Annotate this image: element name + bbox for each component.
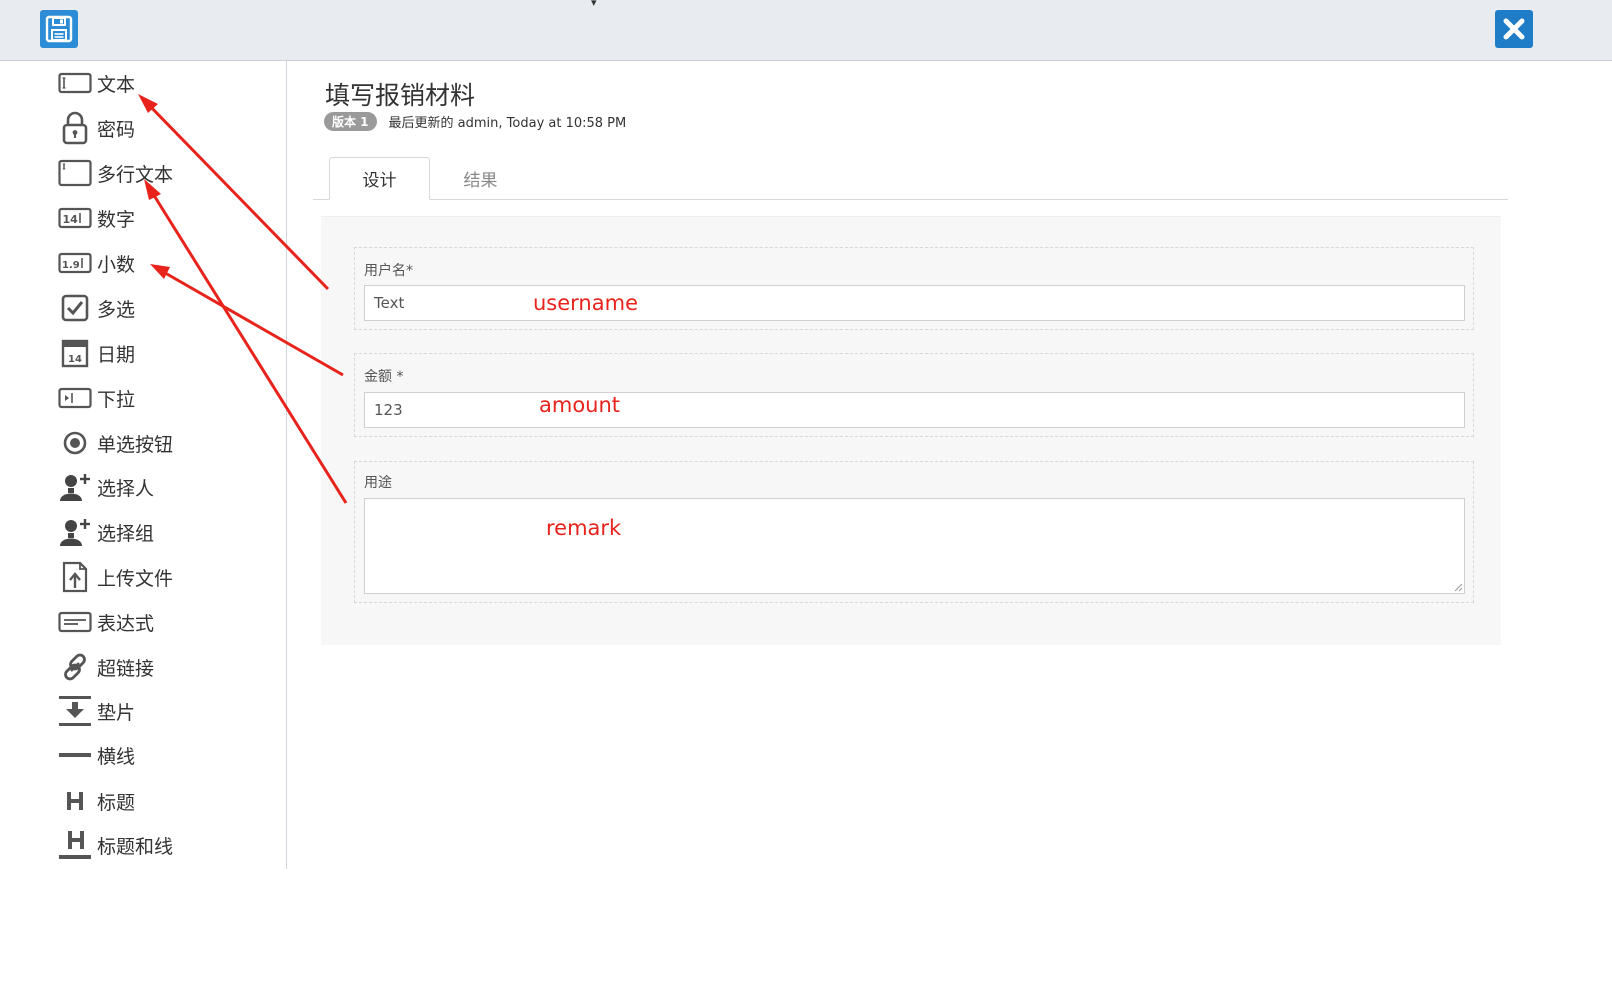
horizontal-line-icon xyxy=(57,735,93,775)
form-meta: 版本 1 最后更新的 admin, Today at 10:58 PM xyxy=(324,111,626,131)
version-badge: 版本 1 xyxy=(324,111,377,131)
annotation-remark: remark xyxy=(546,516,622,540)
sidebar-item-label: 单选按钮 xyxy=(97,433,174,456)
amount-input[interactable]: 123 xyxy=(364,392,1465,428)
last-updated-text: 最后更新的 admin, Today at 10:58 PM xyxy=(388,115,627,131)
sidebar-item-heading-line[interactable]: 标题和线 xyxy=(57,825,257,865)
sidebar-item-upload[interactable]: 上传文件 xyxy=(57,557,257,597)
form-field-purpose[interactable]: 用途 xyxy=(354,461,1474,603)
sidebar-item-select-user[interactable]: 选择人 xyxy=(57,467,257,507)
save-icon xyxy=(45,15,73,43)
sidebar-item-label: 上传文件 xyxy=(97,567,174,590)
sidebar-item-label: 表达式 xyxy=(97,612,155,635)
sidebar-item-textarea[interactable]: 多行文本 xyxy=(57,153,257,193)
checkbox-icon xyxy=(57,288,93,328)
form-field-username[interactable]: 用户名* Text xyxy=(354,247,1474,330)
link-icon xyxy=(57,647,93,687)
sidebar-item-label: 垫片 xyxy=(97,701,136,724)
sidebar-item-date[interactable]: 14 日期 xyxy=(57,333,257,373)
sidebar-item-label: 密码 xyxy=(97,118,136,141)
field-label: 用户名* xyxy=(364,263,413,279)
sidebar-item-label: 小数 xyxy=(97,253,136,276)
field-label: 金额 * xyxy=(364,369,404,385)
textarea-icon xyxy=(57,153,93,193)
close-icon xyxy=(1503,18,1525,40)
top-toolbar: ▾ xyxy=(0,0,1612,61)
text-field-icon xyxy=(57,63,93,103)
resize-handle-icon[interactable] xyxy=(1454,583,1463,592)
sidebar-item-expression[interactable]: 表达式 xyxy=(57,602,257,642)
component-palette: 文本 密码 多行文本 14 数字 1.9 小数 多选 14 日期 下拉 单选按钮… xyxy=(0,61,287,869)
lock-icon xyxy=(57,108,93,148)
field-label: 用途 xyxy=(364,475,392,491)
heading-line-icon xyxy=(57,825,93,865)
sidebar-item-text[interactable]: 文本 xyxy=(57,63,257,103)
sidebar-item-label: 数字 xyxy=(97,208,136,231)
page-title: 填写报销材料 xyxy=(325,81,476,110)
form-field-amount[interactable]: 金额 * 123 xyxy=(354,353,1474,437)
sidebar-item-label: 选择人 xyxy=(97,477,155,500)
sidebar-item-label: 标题和线 xyxy=(97,835,174,858)
add-user-icon xyxy=(57,467,93,507)
radio-icon xyxy=(57,423,93,463)
tab-design[interactable]: 设计 xyxy=(329,157,430,200)
sidebar-item-label: 日期 xyxy=(97,343,136,366)
sidebar-item-label: 标题 xyxy=(97,791,136,814)
save-button[interactable] xyxy=(40,10,78,48)
caret-icon: ▾ xyxy=(591,0,597,9)
svg-text:14: 14 xyxy=(63,213,79,226)
annotation-amount: amount xyxy=(539,393,621,417)
heading-icon xyxy=(57,781,93,821)
username-input[interactable]: Text xyxy=(364,285,1465,321)
sidebar-item-dropdown[interactable]: 下拉 xyxy=(57,378,257,418)
svg-text:1.9: 1.9 xyxy=(62,260,80,271)
number-icon: 14 xyxy=(57,198,93,238)
annotation-username: username xyxy=(533,291,638,315)
upload-file-icon xyxy=(57,557,93,597)
purpose-textarea[interactable] xyxy=(364,498,1465,594)
sidebar-item-label: 超链接 xyxy=(97,657,155,680)
decimal-icon: 1.9 xyxy=(57,243,93,283)
dropdown-icon xyxy=(57,378,93,418)
sidebar-item-hyperlink[interactable]: 超链接 xyxy=(57,647,257,687)
sidebar-item-number[interactable]: 14 数字 xyxy=(57,198,257,238)
sidebar-item-label: 文本 xyxy=(97,73,136,96)
sidebar-item-select-group[interactable]: 选择组 xyxy=(57,512,257,552)
sidebar-item-label: 选择组 xyxy=(97,522,155,545)
sidebar-item-spacer[interactable]: 垫片 xyxy=(57,691,257,731)
sidebar-item-label: 多行文本 xyxy=(97,163,174,186)
sidebar-item-label: 多选 xyxy=(97,298,136,321)
tab-results[interactable]: 结果 xyxy=(430,157,531,200)
calendar-icon: 14 xyxy=(57,333,93,373)
sidebar-item-checkbox[interactable]: 多选 xyxy=(57,288,257,328)
sidebar-item-radio[interactable]: 单选按钮 xyxy=(57,423,257,463)
spacer-icon xyxy=(57,691,93,731)
expression-icon xyxy=(57,602,93,642)
add-group-icon xyxy=(57,512,93,552)
sidebar-item-horizontal-line[interactable]: 横线 xyxy=(57,735,257,775)
sidebar-item-label: 横线 xyxy=(97,745,136,768)
sidebar-item-heading[interactable]: 标题 xyxy=(57,781,257,821)
svg-text:14: 14 xyxy=(68,354,82,365)
close-button[interactable] xyxy=(1495,10,1533,48)
sidebar-item-password[interactable]: 密码 xyxy=(57,108,257,148)
sidebar-item-label: 下拉 xyxy=(97,388,136,411)
sidebar-item-decimal[interactable]: 1.9 小数 xyxy=(57,243,257,283)
